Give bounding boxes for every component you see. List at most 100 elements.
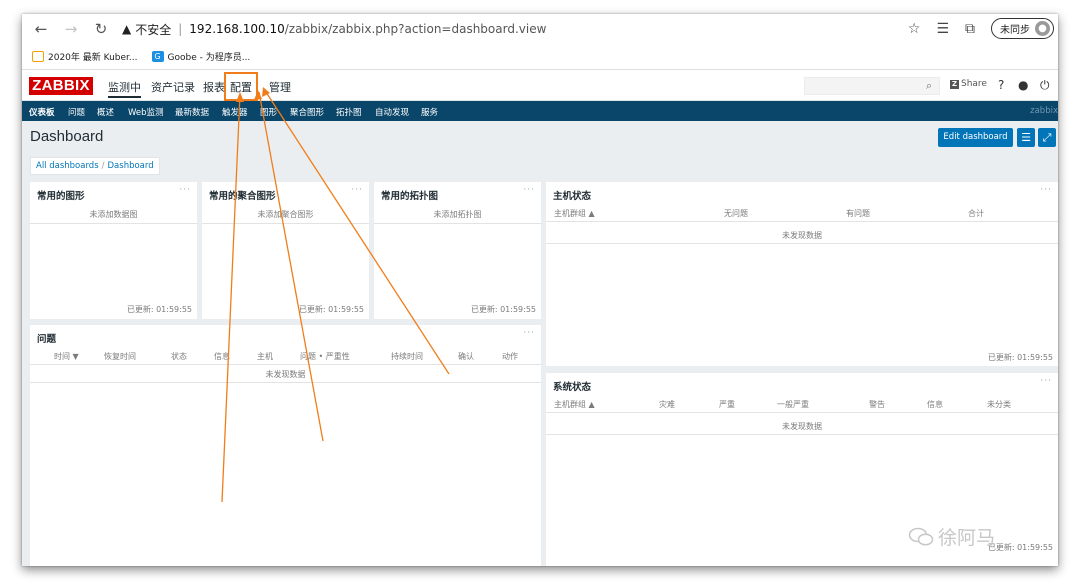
widget-favourite-maps: 常用的拓扑图 ··· 未添加拓扑图 已更新: 01:59:55 bbox=[374, 182, 541, 319]
browser-toolbar: ☆ ☰ ⧉ 未同步 ● bbox=[908, 18, 1054, 39]
bookmarks-bar: 2020年 最新 Kuber... G Goobe - 为程序员... bbox=[22, 44, 1058, 70]
favorite-star-icon[interactable]: ☆ bbox=[908, 21, 921, 37]
column-header: 有问题 bbox=[846, 209, 870, 218]
zabbix-logo[interactable]: ZABBIX bbox=[29, 77, 93, 95]
empty-message: 未添加拓扑图 bbox=[433, 210, 482, 219]
top-menu: ZABBIX 监测中 资产记录 报表 配置 管理 ⌕ Z Share ? ● ⏻ bbox=[22, 70, 1058, 101]
submenu-overview[interactable]: 概述 bbox=[97, 106, 114, 118]
widget-title: 问题 bbox=[37, 334, 57, 345]
widget-title: 主机状态 bbox=[553, 191, 592, 202]
collections-icon[interactable]: ⧉ bbox=[965, 21, 975, 37]
widget-host-status: 主机状态 ··· 主机群组 ▲ 无问题 有问题 合计 未发现数据 已更新: 01… bbox=[546, 182, 1058, 366]
column-header: 无问题 bbox=[724, 209, 748, 218]
table-header: 时间 ▼ 恢复时间 状态 信息 主机 问题 • 严重性 持续时间 确认 动作 bbox=[30, 349, 541, 365]
sync-label: 未同步 bbox=[1000, 25, 1030, 36]
column-header: 问题 • 严重性 bbox=[300, 352, 350, 361]
bookmark-label: 2020年 最新 Kuber... bbox=[48, 53, 138, 63]
widget-title: 常用的聚合图形 bbox=[209, 191, 276, 202]
share-label: Share bbox=[961, 79, 987, 89]
submenu-screens[interactable]: 聚合图形 bbox=[290, 106, 324, 118]
column-header: 未分类 bbox=[987, 400, 1011, 409]
column-header[interactable]: 主机群组 ▲ bbox=[554, 208, 595, 219]
empty-message: 未添加数据图 bbox=[89, 210, 138, 219]
menu-administration[interactable]: 管理 bbox=[269, 79, 291, 95]
warning-icon: ▲ bbox=[122, 22, 132, 36]
column-header[interactable]: 时间 ▼ bbox=[54, 351, 79, 362]
submenu-graphs[interactable]: 图形 bbox=[260, 106, 277, 118]
widget-menu-icon[interactable]: ··· bbox=[179, 185, 191, 195]
url-field[interactable]: ▲ 不安全 | 192.168.100.10 /zabbix/zabbix.ph… bbox=[122, 21, 546, 38]
column-header: 一般严重 bbox=[777, 400, 809, 409]
submenu-web[interactable]: Web监测 bbox=[128, 106, 164, 118]
submenu-triggers[interactable]: 触发器 bbox=[222, 106, 248, 118]
address-bar: ← → ↻ ▲ 不安全 | 192.168.100.10 /zabbix/zab… bbox=[22, 14, 1058, 44]
menu-monitoring[interactable]: 监测中 bbox=[108, 79, 141, 98]
widget-favourite-screens: 常用的聚合图形 ··· 未添加聚合图形 已更新: 01:59:55 bbox=[202, 182, 369, 319]
browser-window: ← → ↻ ▲ 不安全 | 192.168.100.10 /zabbix/zab… bbox=[22, 14, 1058, 566]
widget-menu-icon[interactable]: ··· bbox=[351, 185, 363, 195]
sub-menu: 仪表板 问题 概述 Web监测 最新数据 触发器 图形 聚合图形 拓扑图 自动发… bbox=[22, 101, 1058, 121]
dashboard-menu-button[interactable]: ☰ bbox=[1017, 128, 1035, 147]
empty-message: 未发现数据 bbox=[782, 422, 822, 431]
column-header[interactable]: 主机群组 ▲ bbox=[554, 399, 595, 410]
menu-configuration[interactable]: 配置 bbox=[224, 72, 258, 101]
widget-menu-icon[interactable]: ··· bbox=[1040, 185, 1052, 195]
table-header: 主机群组 ▲ 灾难 严重 一般严重 警告 信息 未分类 bbox=[546, 397, 1058, 413]
fullscreen-button[interactable]: ⤢ bbox=[1038, 128, 1056, 147]
empty-message: 未发现数据 bbox=[265, 370, 306, 379]
bookmark-item[interactable]: G Goobe - 为程序员... bbox=[151, 50, 250, 63]
column-header: 动作 bbox=[502, 352, 518, 361]
wechat-icon bbox=[908, 527, 934, 546]
list-icon: ☰ bbox=[1021, 131, 1031, 144]
page-title: Dashboard bbox=[30, 128, 104, 145]
zabbix-share-icon: Z bbox=[950, 79, 959, 89]
forward-icon[interactable]: → bbox=[60, 20, 82, 38]
user-profile-icon[interactable]: ● bbox=[1018, 78, 1028, 92]
widget-title: 常用的图形 bbox=[37, 191, 85, 202]
submenu-dashboard[interactable]: 仪表板 bbox=[29, 106, 55, 118]
share-button[interactable]: Z Share bbox=[950, 79, 987, 89]
column-header: 合计 bbox=[968, 209, 984, 218]
security-label: 不安全 bbox=[135, 22, 172, 37]
submenu-discovery[interactable]: 自动发现 bbox=[375, 106, 409, 118]
submenu-latest-data[interactable]: 最新数据 bbox=[175, 106, 209, 118]
column-header: 恢复时间 bbox=[104, 352, 136, 361]
widget-problems: 问题 ··· 时间 ▼ 恢复时间 状态 信息 主机 问题 • 严重性 持续时间 … bbox=[30, 325, 541, 566]
widget-title: 系统状态 bbox=[553, 382, 592, 393]
menu-reports[interactable]: 报表 bbox=[203, 79, 225, 95]
submenu-server-name: zabbix bbox=[1030, 106, 1058, 116]
breadcrumb-dashboard[interactable]: Dashboard bbox=[108, 161, 154, 171]
sign-out-icon[interactable]: ⏻ bbox=[1040, 78, 1050, 93]
watermark: 徐阿马 bbox=[908, 523, 995, 550]
edit-dashboard-button[interactable]: Edit dashboard bbox=[938, 128, 1013, 147]
menu-inventory[interactable]: 资产记录 bbox=[151, 79, 195, 95]
updated-time: 已更新: 01:59:55 bbox=[470, 305, 536, 314]
empty-message: 未添加聚合图形 bbox=[257, 210, 314, 219]
submenu-maps[interactable]: 拓扑图 bbox=[336, 106, 362, 118]
watermark-text: 徐阿马 bbox=[938, 527, 996, 549]
submenu-services[interactable]: 服务 bbox=[421, 106, 438, 118]
widget-menu-icon[interactable]: ··· bbox=[523, 328, 535, 338]
bookmark-item[interactable]: 2020年 最新 Kuber... bbox=[32, 50, 138, 63]
column-header: 警告 bbox=[869, 400, 885, 409]
search-icon[interactable]: ⌕ bbox=[926, 79, 932, 93]
column-header: 主机 bbox=[257, 352, 273, 361]
submenu-problems[interactable]: 问题 bbox=[68, 106, 85, 118]
favorites-list-icon[interactable]: ☰ bbox=[936, 21, 949, 37]
g-icon: G bbox=[151, 51, 164, 62]
help-icon[interactable]: ? bbox=[998, 78, 1004, 92]
url-path: /zabbix/zabbix.php?action=dashboard.view bbox=[284, 22, 547, 36]
search-input[interactable] bbox=[804, 77, 940, 95]
widget-menu-icon[interactable]: ··· bbox=[523, 185, 535, 195]
expand-icon: ⤢ bbox=[1042, 131, 1052, 144]
column-header: 灾难 bbox=[659, 400, 675, 409]
tv-icon bbox=[32, 51, 44, 62]
widget-title: 常用的拓扑图 bbox=[381, 191, 439, 202]
sync-button[interactable]: 未同步 ● bbox=[991, 18, 1054, 39]
widget-menu-icon[interactable]: ··· bbox=[1040, 376, 1052, 386]
url-host: 192.168.100.10 bbox=[189, 22, 285, 36]
widget-favourite-graphs: 常用的图形 ··· 未添加数据图 已更新: 01:59:55 bbox=[30, 182, 197, 319]
back-icon[interactable]: ← bbox=[30, 20, 52, 38]
reload-icon[interactable]: ↻ bbox=[90, 20, 112, 38]
breadcrumb-all-dashboards[interactable]: All dashboards bbox=[36, 161, 99, 171]
